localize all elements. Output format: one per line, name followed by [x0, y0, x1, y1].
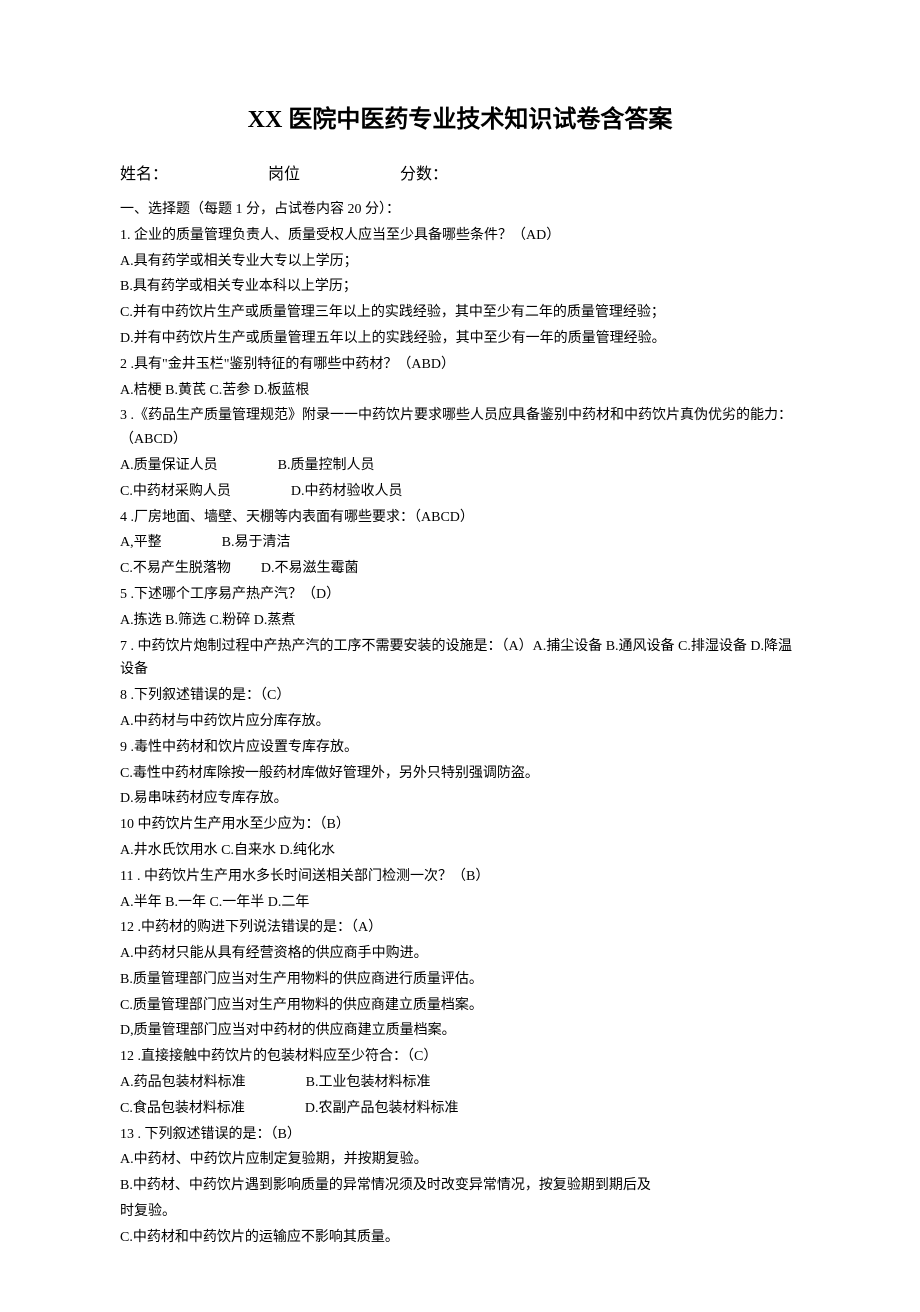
q13-opt-b: B.中药材、中药饮片遇到影响质量的异常情况须及时改变异常情况，按复验期到期后及 — [120, 1174, 800, 1198]
q10-stem: 10 中药饮片生产用水至少应为：（B） — [120, 813, 800, 837]
q3-opt-d: D.中药材验收人员 — [291, 480, 403, 504]
q1-opt-d: D.并有中药饮片生产或质量管理五年以上的实践经验，其中至少有一年的质量管理经验。 — [120, 327, 800, 351]
q11-opts: A.半年 B.一年 C.一年半 D.二年 — [120, 891, 800, 915]
q4-opts-row1: A,平整 B.易于清洁 — [120, 531, 800, 555]
position-label: 岗位 — [268, 161, 300, 188]
q12b-opts-row1: A.药品包装材料标准 B.工业包装材料标准 — [120, 1071, 800, 1095]
q4-opt-d: D.不易滋生霉菌 — [261, 557, 359, 581]
q2-opts: A.桔梗 B.黄芪 C.苦参 D.板蓝根 — [120, 379, 800, 403]
q8-opt-c: C.毒性中药材库除按一般药材库做好管理外，另外只特别强调防盗。 — [120, 762, 800, 786]
q7-stem: 7 . 中药饮片炮制过程中产热产汽的工序不需要安装的设施是：（A）A.捕尘设备 … — [120, 635, 800, 683]
name-label: 姓名： — [120, 161, 168, 188]
q12b-opt-d: D.农副产品包装材料标准 — [305, 1097, 459, 1121]
q12b-opts-row2: C.食品包装材料标准 D.农副产品包装材料标准 — [120, 1097, 800, 1121]
q8-opt-b: 9 .毒性中药材和饮片应设置专库存放。 — [120, 736, 800, 760]
q1-opt-b: B.具有药学或相关专业本科以上学历； — [120, 275, 800, 299]
q8-stem: 8 .下列叙述错误的是：（C） — [120, 684, 800, 708]
q13-opt-c: C.中药材和中药饮片的运输应不影响其质量。 — [120, 1226, 800, 1250]
form-header: 姓名： 岗位 分数： — [120, 161, 800, 188]
q12a-stem: 12 .中药材的购进下列说法错误的是：（A） — [120, 916, 800, 940]
q4-opts-row2: C.不易产生脱落物 D.不易滋生霉菌 — [120, 557, 800, 581]
q1-opt-c: C.并有中药饮片生产或质量管理三年以上的实践经验，其中至少有二年的质量管理经验； — [120, 301, 800, 325]
q5-opts: A.拣选 B.筛选 C.粉碎 D.蒸煮 — [120, 609, 800, 633]
q8-opt-d: D.易串味药材应专库存放。 — [120, 787, 800, 811]
q13-stem: 13 . 下列叙述错误的是：（B） — [120, 1123, 800, 1147]
q3-opt-c: C.中药材采购人员 — [120, 480, 231, 504]
q10-opts: A.井水氏饮用水 C.自来水 D.纯化水 — [120, 839, 800, 863]
q4-opt-b: B.易于清洁 — [222, 531, 291, 555]
q3-opt-b: B.质量控制人员 — [278, 454, 375, 478]
q11-stem: 11 . 中药饮片生产用水多长时间送相关部门检测一次？（B） — [120, 865, 800, 889]
q12b-opt-c: C.食品包装材料标准 — [120, 1097, 245, 1121]
q5-stem: 5 .下述哪个工序易产热产汽？（D） — [120, 583, 800, 607]
q12b-opt-a: A.药品包装材料标准 — [120, 1071, 246, 1095]
q12a-opt-b: B.质量管理部门应当对生产用物料的供应商进行质量评估。 — [120, 968, 800, 992]
q4-opt-a: A,平整 — [120, 531, 162, 555]
q4-opt-c: C.不易产生脱落物 — [120, 557, 231, 581]
q2-stem: 2 .具有"金井玉栏"鉴别特征的有哪些中药材？（ABD） — [120, 353, 800, 377]
q8-opt-a: A.中药材与中药饮片应分库存放。 — [120, 710, 800, 734]
q12b-opt-b: B.工业包装材料标准 — [306, 1071, 431, 1095]
q13-opt-b2: 时复验。 — [120, 1200, 800, 1224]
q1-opt-a: A.具有药学或相关专业大专以上学历； — [120, 250, 800, 274]
q3-stem: 3 .《药品生产质量管理规范》附录一一中药饮片要求哪些人员应具备鉴别中药材和中药… — [120, 404, 800, 452]
q12a-opt-a: A.中药材只能从具有经营资格的供应商手中购进。 — [120, 942, 800, 966]
q3-opts-row2: C.中药材采购人员 D.中药材验收人员 — [120, 480, 800, 504]
q3-opt-a: A.质量保证人员 — [120, 454, 218, 478]
q13-opt-a: A.中药材、中药饮片应制定复验期，并按期复验。 — [120, 1148, 800, 1172]
section-header: 一、选择题（每题 1 分，占试卷内容 20 分）： — [120, 198, 800, 222]
q1-stem: 1. 企业的质量管理负责人、质量受权人应当至少具备哪些条件？（AD） — [120, 224, 800, 248]
q12b-stem: 12 .直接接触中药饮片的包装材料应至少符合：（C） — [120, 1045, 800, 1069]
q12a-opt-d: D,质量管理部门应当对中药材的供应商建立质量档案。 — [120, 1019, 800, 1043]
q12a-opt-c: C.质量管理部门应当对生产用物料的供应商建立质量档案。 — [120, 994, 800, 1018]
page-title: XX 医院中医药专业技术知识试卷含答案 — [120, 100, 800, 141]
score-label: 分数： — [400, 161, 448, 188]
q3-opts-row1: A.质量保证人员 B.质量控制人员 — [120, 454, 800, 478]
q4-stem: 4 .厂房地面、墙壁、天棚等内表面有哪些要求：（ABCD） — [120, 506, 800, 530]
